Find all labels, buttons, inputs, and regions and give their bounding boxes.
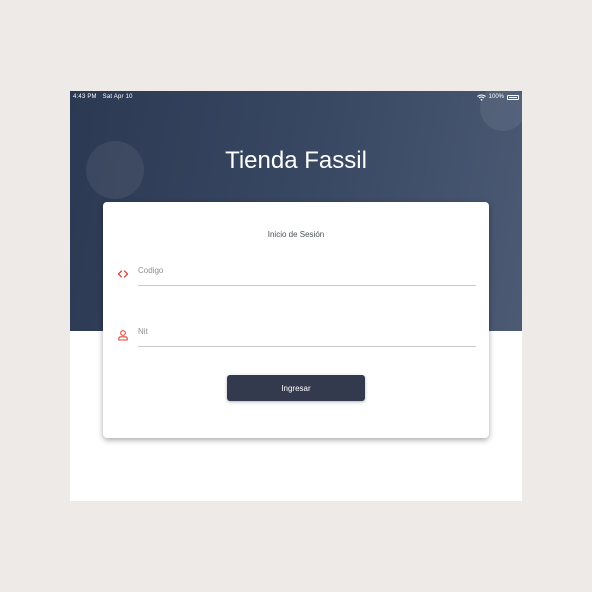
wifi-icon	[476, 94, 486, 101]
status-bar: 4:43 PM Sat Apr 10 100%	[70, 91, 522, 103]
user-icon	[118, 330, 128, 341]
status-indicators: 100%	[476, 91, 519, 103]
nit-input[interactable]	[138, 327, 476, 347]
battery-icon	[507, 94, 519, 100]
codigo-input[interactable]	[138, 266, 476, 286]
login-heading: Inicio de Sesión	[267, 230, 325, 239]
battery-percentage: 100%	[488, 94, 504, 100]
ipad-screen: 4:43 PM Sat Apr 10 100% Tienda Fassil In…	[70, 91, 522, 501]
ingresar-button[interactable]: Ingresar	[227, 375, 365, 401]
status-date: Sat Apr 10	[102, 94, 133, 100]
app-title: Tienda Fassil	[225, 147, 367, 174]
status-time: 4:43 PM	[73, 94, 97, 100]
code-icon	[117, 270, 129, 278]
login-card: Inicio de Sesión Ingresar	[103, 202, 489, 438]
status-time-date: 4:43 PM Sat Apr 10	[73, 91, 133, 103]
